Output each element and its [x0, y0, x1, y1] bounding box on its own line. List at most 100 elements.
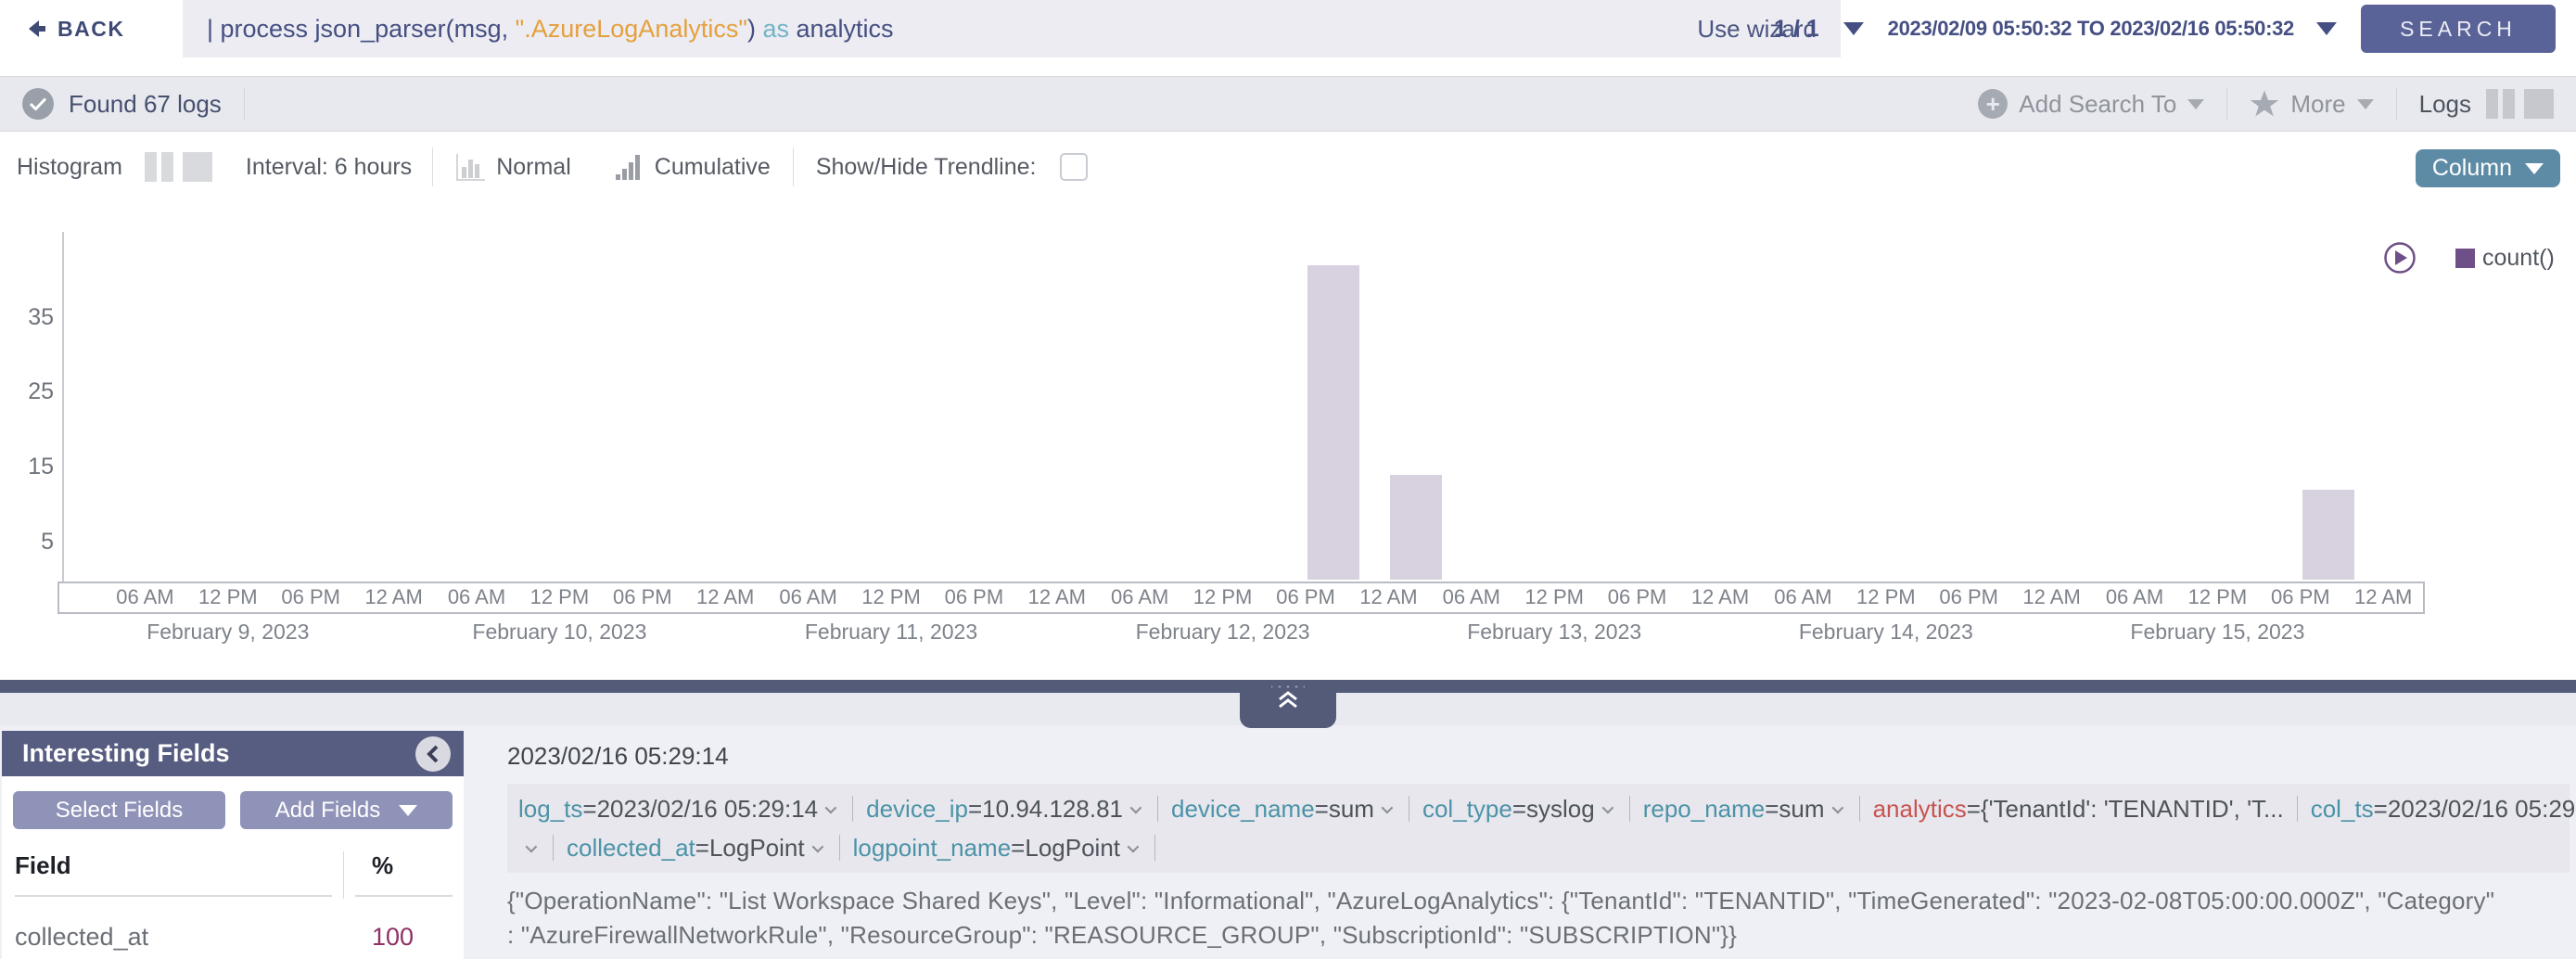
x-tick-label: 06 PM	[2259, 585, 2342, 609]
histogram-bar[interactable]	[2302, 490, 2354, 580]
token-value: =2023/02/16 05:29:14	[582, 789, 818, 828]
x-tick-label: 12 PM	[849, 585, 933, 609]
x-tick-label: 06 PM	[1264, 585, 1347, 609]
select-fields-label: Select Fields	[56, 798, 183, 824]
log-timestamp: 2023/02/16 05:29:14	[507, 742, 2570, 771]
interesting-fields-panel: Interesting Fields Select Fields Add Fie…	[2, 731, 464, 959]
collapse-fields-button[interactable]	[415, 736, 451, 772]
token-value: =LogPoint	[695, 828, 805, 867]
token-divider	[1859, 796, 1860, 822]
field-token[interactable]: logpoint_name=LogPoint	[853, 828, 1168, 867]
day-label: February 11, 2023	[771, 620, 1012, 645]
fields-table-rows: collected_at 100	[2, 910, 464, 952]
field-name: collected_at	[15, 923, 343, 952]
x-tick-label: 06 PM	[1927, 585, 2010, 609]
token-key: analytics	[1873, 789, 1967, 828]
interesting-fields-title: Interesting Fields	[22, 739, 230, 768]
x-tick-label: 06 AM	[1430, 585, 1513, 609]
field-token[interactable]: col_ts=2023/02/16 05:29:14	[2311, 789, 2576, 828]
field-token[interactable]: device_name=sum	[1171, 789, 1422, 828]
select-fields-button[interactable]: Select Fields	[13, 791, 225, 829]
histogram-chart: 5152535 06 AM12 PM06 PM12 AM06 AM12 PM06…	[0, 0, 2576, 680]
x-tick-label: 12 AM	[1015, 585, 1099, 609]
token-chevron-down-icon[interactable]	[1123, 805, 1144, 813]
histogram-bar[interactable]	[1390, 475, 1442, 580]
field-token[interactable]: analytics={'TenantId': 'TENANTID', 'T...	[1873, 789, 2311, 828]
token-value: =2023/02/16 05:29:14	[2374, 789, 2576, 828]
token-chevron-down-icon[interactable]	[818, 805, 839, 813]
token-value: ={'TenantId': 'TENANTID', 'T...	[1967, 789, 2284, 828]
x-tick-label: 06 PM	[269, 585, 352, 609]
token-key: col_type	[1422, 789, 1512, 828]
day-label: February 13, 2023	[1434, 620, 1675, 645]
add-fields-dropdown[interactable]: Add Fields	[240, 791, 453, 829]
wrapped-token-chevron-down-icon[interactable]	[518, 844, 540, 852]
token-key: col_ts	[2311, 789, 2374, 828]
token-divider	[1154, 835, 1155, 861]
y-tick-label: 25	[0, 378, 54, 405]
log-field-tokens: log_ts=2023/02/16 05:29:14 device_ip=10.…	[507, 784, 2570, 873]
add-fields-chevron-down-icon	[399, 805, 417, 816]
token-divider	[1157, 796, 1158, 822]
x-tick-label: 12 PM	[1844, 585, 1928, 609]
day-label: February 12, 2023	[1103, 620, 1344, 645]
token-chevron-down-icon[interactable]	[805, 844, 826, 852]
field-token[interactable]: col_type=syslog	[1422, 789, 1643, 828]
day-label: February 14, 2023	[1766, 620, 2007, 645]
x-tick-label: 12 AM	[2010, 585, 2094, 609]
day-label: February 15, 2023	[2097, 620, 2338, 645]
x-tick-label: 06 PM	[601, 585, 684, 609]
raw-log-line: : "AzureFirewallNetworkRule", "ResourceG…	[507, 918, 2570, 953]
x-tick-label: 12 AM	[1346, 585, 1430, 609]
token-chevron-down-icon[interactable]	[1120, 844, 1141, 852]
token-line-2: collected_at=LogPoint logpoint_name=LogP…	[518, 828, 2558, 867]
token-value: =syslog	[1512, 789, 1595, 828]
token-divider	[2297, 796, 2298, 822]
x-tick-label: 12 PM	[2175, 585, 2259, 609]
raw-log-message: {"OperationName": "List Workspace Shared…	[507, 884, 2570, 953]
token-chevron-down-icon[interactable]	[1374, 805, 1396, 813]
token-line-1: log_ts=2023/02/16 05:29:14 device_ip=10.…	[518, 789, 2558, 828]
token-chevron-down-icon[interactable]	[1825, 805, 1846, 813]
x-tick-label: 12 AM	[683, 585, 767, 609]
token-key: device_name	[1171, 789, 1315, 828]
x-tick-label: 06 AM	[2093, 585, 2176, 609]
token-key: collected_at	[567, 828, 695, 867]
x-tick-label: 06 PM	[1596, 585, 1679, 609]
field-row[interactable]: collected_at 100	[2, 910, 464, 952]
token-key: device_ip	[866, 789, 968, 828]
fields-table-header: Field %	[2, 851, 464, 910]
double-chevron-up-icon	[1276, 689, 1300, 710]
day-label: February 9, 2023	[108, 620, 349, 645]
chart-legend: count()	[2383, 241, 2555, 275]
token-divider	[839, 835, 840, 861]
token-value: =sum	[1765, 789, 1824, 828]
interesting-fields-header: Interesting Fields	[2, 731, 464, 776]
token-value: =sum	[1315, 789, 1374, 828]
token-key: log_ts	[518, 789, 582, 828]
y-tick-label: 35	[0, 304, 54, 331]
x-tick-label: 06 PM	[932, 585, 1015, 609]
token-divider	[852, 796, 853, 822]
field-token[interactable]: log_ts=2023/02/16 05:29:14	[518, 789, 866, 828]
token-value: =LogPoint	[1011, 828, 1120, 867]
x-tick-label: 12 PM	[186, 585, 270, 609]
play-circle-icon[interactable]	[2383, 241, 2417, 275]
x-tick-label: 12 PM	[517, 585, 601, 609]
legend-series-label: count()	[2482, 245, 2555, 272]
field-column-header: Field	[15, 851, 332, 897]
y-tick-label: 15	[0, 454, 54, 480]
field-token[interactable]: device_ip=10.94.128.81	[866, 789, 1171, 828]
token-chevron-down-icon[interactable]	[1595, 805, 1616, 813]
histogram-bar[interactable]	[1307, 265, 1359, 580]
token-value: =10.94.128.81	[968, 789, 1123, 828]
field-token[interactable]: collected_at=LogPoint	[567, 828, 853, 867]
token-divider	[1629, 796, 1630, 822]
field-token[interactable]: repo_name=sum	[1643, 789, 1873, 828]
token-key: logpoint_name	[853, 828, 1012, 867]
collapse-panel-tab[interactable]	[1240, 680, 1336, 728]
day-label: February 10, 2023	[439, 620, 680, 645]
token-key: repo_name	[1643, 789, 1766, 828]
x-tick-label: 12 PM	[1512, 585, 1596, 609]
y-axis	[62, 232, 64, 582]
